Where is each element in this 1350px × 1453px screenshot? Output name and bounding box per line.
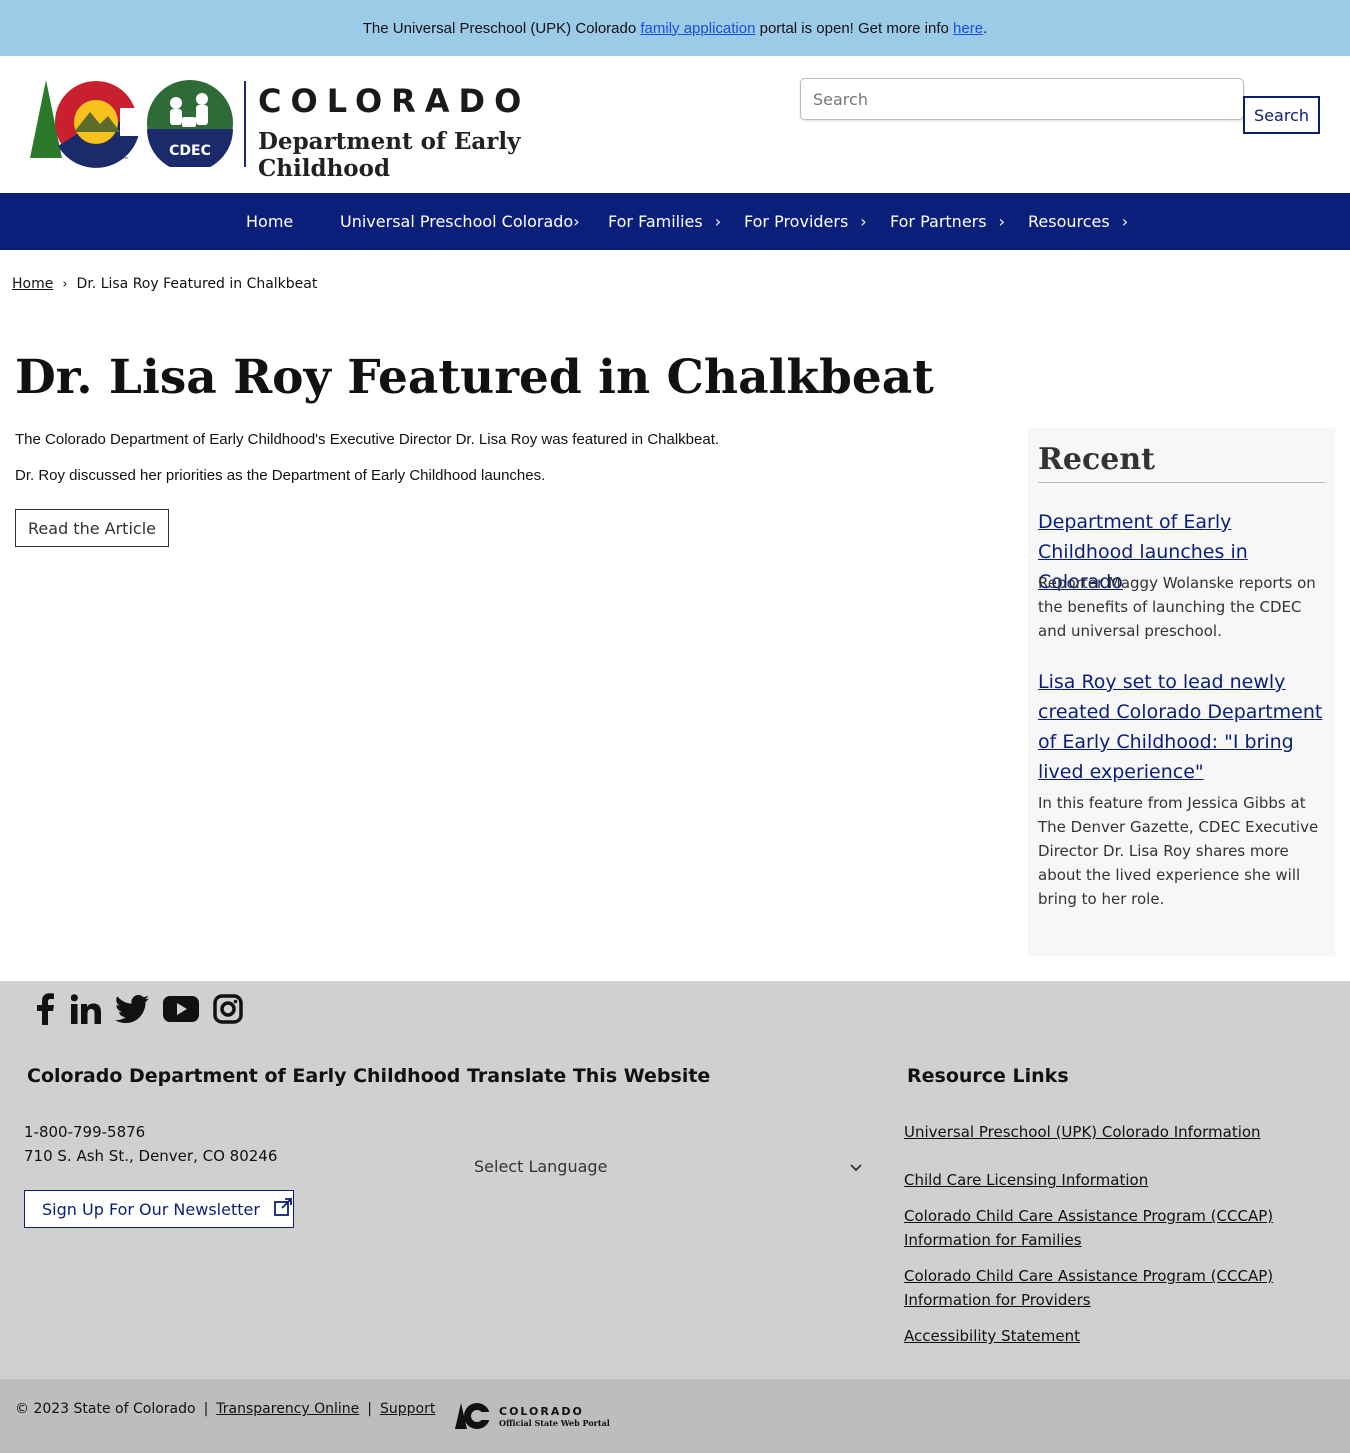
page-title: Dr. Lisa Roy Featured in Chalkbeat (15, 350, 934, 405)
resource-link[interactable]: Child Care Licensing Information (904, 1168, 1284, 1192)
twitter-icon[interactable] (115, 995, 149, 1023)
site-header: ™ CDEC COLORADO Department of Early Chil… (0, 56, 1350, 193)
nav-item-label: For Providers (744, 212, 849, 231)
newsletter-button-label: Sign Up For Our Newsletter (42, 1199, 260, 1219)
site-logo[interactable]: ™ CDEC COLORADO Department of Early Chil… (28, 78, 628, 182)
article-paragraph: The Colorado Department of Early Childho… (15, 431, 720, 448)
separator: | (203, 1401, 209, 1417)
resource-link[interactable]: Colorado Child Care Assistance Program (… (904, 1204, 1284, 1252)
language-select-value: Select Language (474, 1156, 608, 1176)
chevron-right-icon: › (998, 212, 1005, 231)
recent-item-link[interactable]: Lisa Roy set to lead newly created Color… (1038, 667, 1328, 787)
translate-heading: Translate This Website (467, 1065, 711, 1087)
nav-item-label: For Families (608, 212, 703, 231)
facebook-icon[interactable] (33, 993, 57, 1025)
state-logo-text: COLORADO Official State Web Portal (499, 1405, 610, 1428)
breadcrumb: Home › Dr. Lisa Roy Featured in Chalkbea… (12, 276, 317, 292)
footer-address: 710 S. Ash St., Denver, CO 80246 (24, 1147, 278, 1165)
main-nav: Home Universal Preschool Colorado › For … (0, 193, 1350, 250)
resources-heading: Resource Links (907, 1065, 1069, 1087)
chevron-right-icon: › (573, 212, 580, 231)
separator: | (367, 1401, 373, 1417)
bottom-bar: © 2023 State of Colorado | Transparency … (0, 1379, 1350, 1453)
sidebar-divider (1038, 482, 1325, 483)
brand-title: COLORADO (258, 82, 531, 120)
nav-item-label: For Partners (890, 212, 987, 231)
alert-text-before: The Universal Preschool (UPK) Colorado (362, 19, 641, 37)
chevron-right-icon: › (860, 212, 867, 231)
article-paragraph: Dr. Roy discussed her priorities as the … (15, 467, 546, 484)
colorado-state-logo-icon (455, 1403, 493, 1429)
footer-org-heading: Colorado Department of Early Childhood (27, 1065, 461, 1087)
colorado-c-logo-icon: ™ (30, 80, 140, 168)
nav-item-label: Universal Preschool Colorado (340, 212, 574, 231)
chevron-right-icon: › (1121, 212, 1129, 231)
resource-link[interactable]: Colorado Child Care Assistance Program (… (904, 1264, 1284, 1312)
language-select[interactable]: Select Language (470, 1151, 866, 1181)
nav-item-label: Resources (1028, 212, 1110, 231)
nav-item-resources[interactable]: Resources › (1028, 193, 1128, 250)
nav-item-universal-preschool[interactable]: Universal Preschool Colorado › (340, 193, 580, 250)
state-logo-title: COLORADO (499, 1404, 584, 1418)
state-logo-subtitle: Official State Web Portal (499, 1417, 610, 1428)
social-links (33, 993, 243, 1025)
brand-subtitle: Department of Early Childhood (258, 128, 521, 182)
external-link-icon (274, 1198, 292, 1220)
newsletter-button[interactable]: Sign Up For Our Newsletter (24, 1190, 294, 1228)
alert-text-after: . (983, 19, 988, 37)
recent-item-description: Reporter Maggy Wolanske reports on the b… (1038, 574, 1316, 640)
family-application-link[interactable]: family application (640, 20, 755, 37)
svg-text:CDEC: CDEC (169, 143, 211, 159)
cdec-badge-icon: CDEC (147, 80, 233, 167)
breadcrumb-separator-icon: › (62, 276, 68, 292)
nav-item-for-families[interactable]: For Families › (608, 193, 721, 250)
search-input[interactable] (800, 78, 1244, 120)
linkedin-icon[interactable] (71, 994, 101, 1024)
breadcrumb-home-link[interactable]: Home (12, 276, 53, 292)
nav-item-for-partners[interactable]: For Partners › (890, 193, 1005, 250)
recent-sidebar: Recent Department of Early Childhood lau… (1028, 428, 1335, 956)
chevron-right-icon: › (714, 212, 722, 231)
state-portal-logo[interactable]: COLORADO Official State Web Portal (455, 1401, 610, 1431)
here-link[interactable]: here (953, 20, 983, 37)
copyright-bar: © 2023 State of Colorado | Transparency … (15, 1401, 435, 1417)
footer-phone: 1-800-799-5876 (24, 1123, 146, 1141)
youtube-icon[interactable] (163, 996, 199, 1022)
search-button[interactable]: Search (1243, 96, 1320, 134)
nav-item-home[interactable]: Home (246, 193, 293, 250)
sidebar-title: Recent (1038, 442, 1156, 477)
read-article-button[interactable]: Read the Article (15, 509, 169, 547)
alert-banner: The Universal Preschool (UPK) Colorado f… (0, 0, 1350, 56)
nav-item-for-providers[interactable]: For Providers › (744, 193, 867, 250)
nav-item-label: Home (246, 212, 294, 231)
svg-text:™: ™ (122, 156, 129, 164)
breadcrumb-current: Dr. Lisa Roy Featured in Chalkbeat (76, 276, 318, 292)
support-link[interactable]: Support (380, 1401, 435, 1417)
alert-text-middle: portal is open! Get more info (755, 19, 954, 37)
transparency-online-link[interactable]: Transparency Online (216, 1401, 359, 1417)
site-footer: Colorado Department of Early Childhood 1… (0, 981, 1350, 1379)
copyright-text: © 2023 State of Colorado (15, 1401, 196, 1417)
resource-link[interactable]: Universal Preschool (UPK) Colorado Infor… (904, 1120, 1284, 1144)
recent-item-description: In this feature from Jessica Gibbs at Th… (1038, 794, 1319, 908)
chevron-down-icon (850, 1157, 862, 1176)
resource-link[interactable]: Accessibility Statement (904, 1324, 1284, 1348)
instagram-icon[interactable] (213, 994, 243, 1024)
logo-divider (244, 81, 246, 167)
